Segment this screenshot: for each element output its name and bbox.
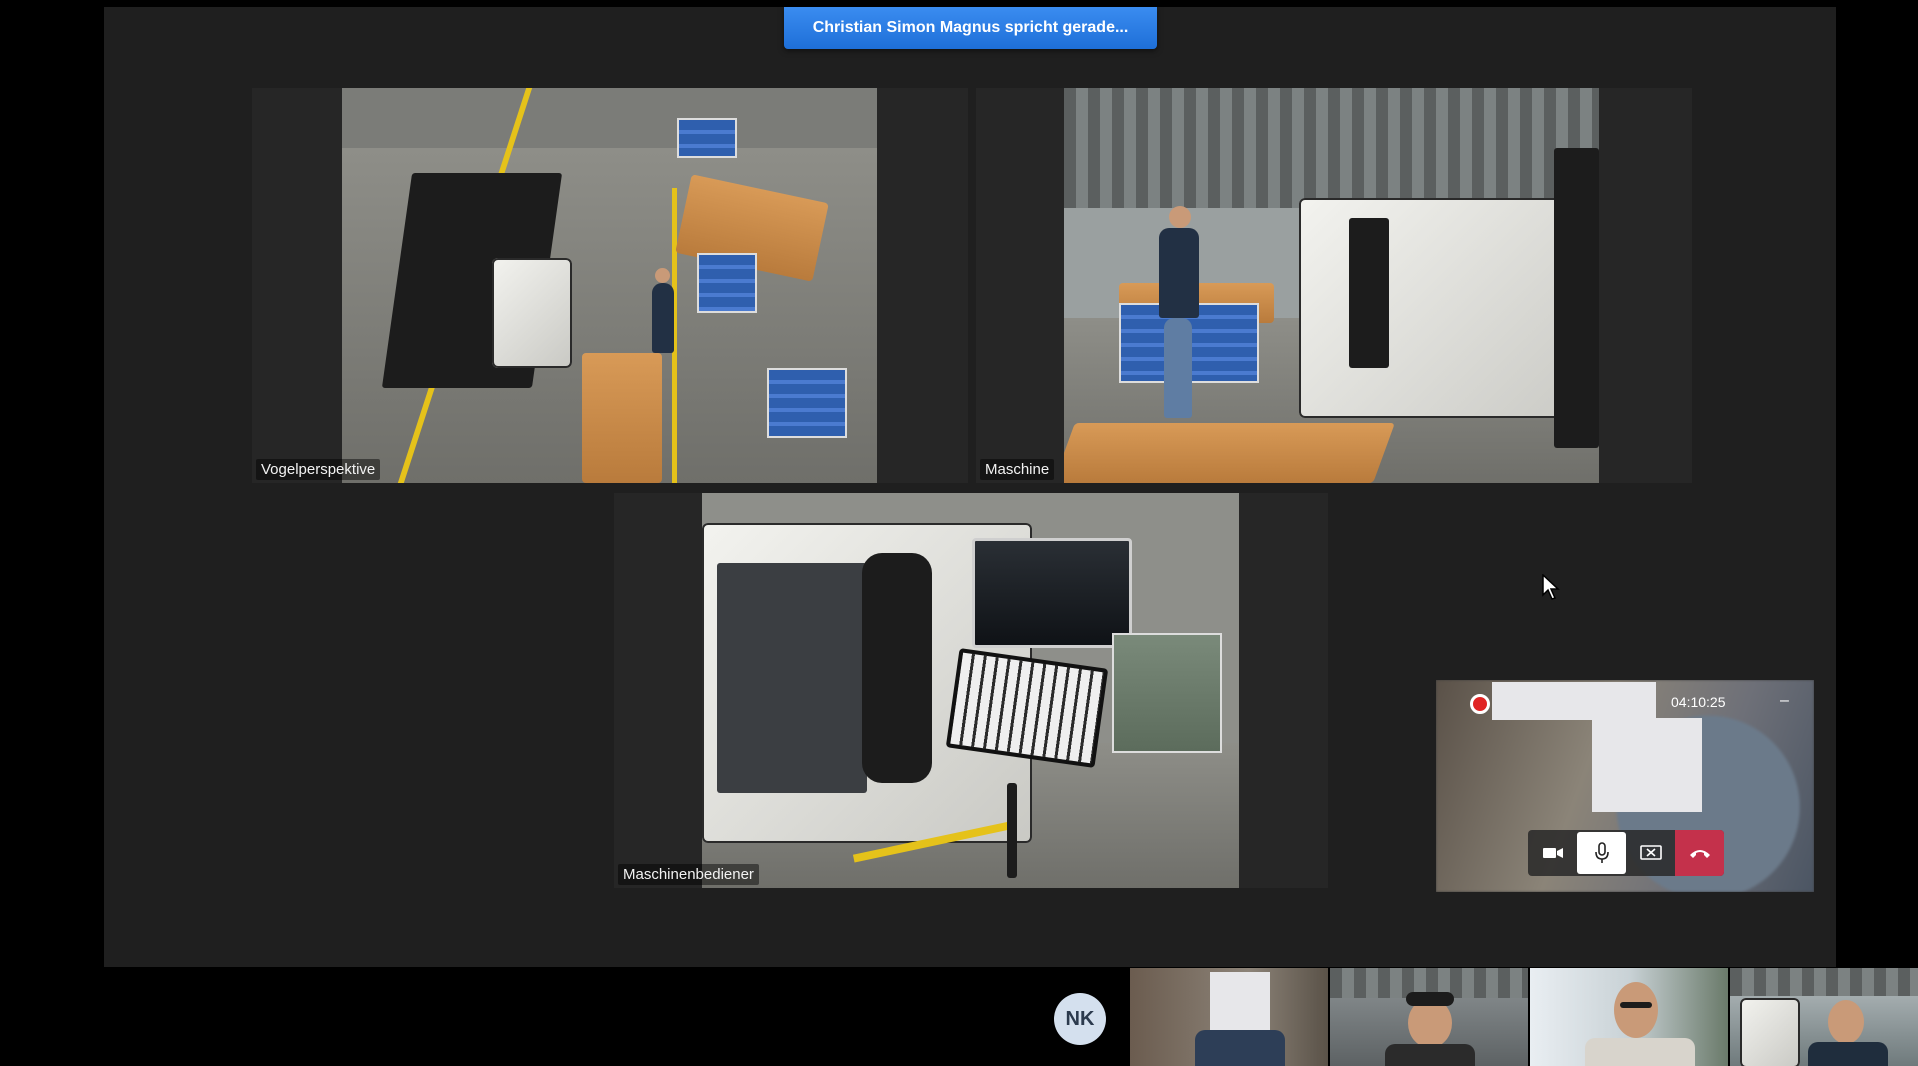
redacted-face [1210, 972, 1270, 1032]
redacted-name [1492, 682, 1656, 720]
stop-share-button[interactable] [1626, 830, 1675, 876]
participant-thumbnail[interactable] [1130, 968, 1328, 1066]
speaking-banner: Christian Simon Magnus spricht gerade... [784, 7, 1157, 49]
self-view-window[interactable]: 04:10:25 – [1436, 680, 1814, 892]
hang-up-icon [1689, 850, 1710, 858]
stop-share-icon [1639, 845, 1662, 860]
camera-toggle-button[interactable] [1528, 830, 1577, 876]
microphone-toggle-button[interactable] [1577, 832, 1626, 874]
camera-icon [1542, 848, 1563, 858]
participant-avatar-nk[interactable]: NK [1054, 993, 1106, 1045]
tile-label-maschine: Maschine [980, 459, 1055, 480]
video-feed-vogelperspektive [342, 88, 877, 483]
redacted-face [1592, 718, 1702, 812]
tile-label-maschinenbediener: Maschinenbediener [618, 864, 759, 885]
video-tile-maschine[interactable]: Maschine [976, 88, 1692, 483]
video-feed-maschinenbediener [702, 493, 1239, 888]
hang-up-button[interactable] [1675, 830, 1724, 876]
video-tile-maschinenbediener[interactable]: Maschinenbediener [614, 493, 1328, 888]
tile-label-vogelperspektive: Vogelperspektive [256, 459, 381, 480]
speaking-banner-text: Christian Simon Magnus spricht gerade... [812, 19, 1129, 36]
call-timer: 04:10:25 [1671, 694, 1726, 710]
mouse-cursor-icon [1542, 574, 1560, 600]
participant-thumbnail[interactable] [1330, 968, 1528, 1066]
microphone-icon [1594, 842, 1609, 863]
call-controls [1528, 830, 1724, 876]
video-feed-maschine [1064, 88, 1599, 483]
video-tile-vogelperspektive[interactable]: Vogelperspektive [252, 88, 968, 483]
participant-thumbnail[interactable] [1730, 968, 1918, 1066]
minimize-icon[interactable]: – [1780, 692, 1789, 710]
participant-thumbnail[interactable] [1530, 968, 1728, 1066]
recording-indicator-icon [1470, 694, 1490, 714]
